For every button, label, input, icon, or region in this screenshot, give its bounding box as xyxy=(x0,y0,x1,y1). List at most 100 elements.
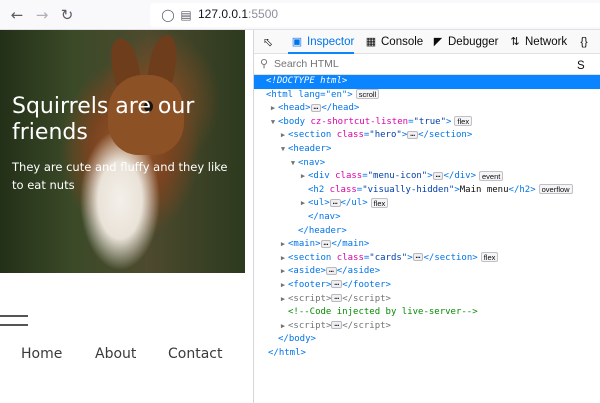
flex-badge[interactable]: flex xyxy=(454,116,473,127)
ellipsis-badge[interactable]: … xyxy=(412,252,424,262)
head-tag: head xyxy=(283,103,306,114)
expand-arrow-icon[interactable]: ▶ xyxy=(278,129,288,143)
ellipsis-badge[interactable]: … xyxy=(331,293,343,302)
tab-console-label: Console xyxy=(381,36,424,48)
tree-node-footer[interactable]: ▶ <footer>… </footer> xyxy=(254,279,600,293)
html-close-tag: html xyxy=(278,347,301,358)
section-tag: section xyxy=(293,130,332,141)
page-icon[interactable]: ▤ xyxy=(178,7,194,23)
collapse-arrow-icon[interactable]: ▼ xyxy=(278,143,288,157)
tab-console[interactable]: ▦ Console xyxy=(364,30,423,54)
tree-node-doctype[interactable]: <!DOCTYPE html> xyxy=(254,75,600,89)
arrow-right-icon[interactable]: → xyxy=(33,6,51,24)
flex-badge[interactable]: flex xyxy=(480,252,499,263)
body-attr-value: "true" xyxy=(413,116,446,127)
ellipsis-badge[interactable]: … xyxy=(325,265,337,275)
shield-icon[interactable]: ◯ xyxy=(160,7,176,23)
collapse-arrow-icon[interactable]: ▼ xyxy=(288,157,298,171)
tree-node-nav-close[interactable]: </nav> xyxy=(254,211,600,225)
tab-inspector[interactable]: ▣ Inspector xyxy=(290,30,355,54)
inspector-icon: ▣ xyxy=(291,36,303,48)
tree-node-script-2[interactable]: ▶ <script>… </script> xyxy=(254,320,600,334)
web-page: Squirrels are our friends They are cute … xyxy=(0,30,253,403)
nav-link-home[interactable]: Home xyxy=(21,346,62,362)
tree-node-comment[interactable]: <!--Code injected by live-server--> xyxy=(254,306,600,320)
element-picker-icon[interactable]: ⬁ xyxy=(260,34,276,50)
tree-node-ul[interactable]: ▶ <ul>… </ul> flex xyxy=(254,197,600,211)
tab-inspector-label: Inspector xyxy=(307,36,355,48)
scroll-badge[interactable]: scroll xyxy=(355,89,380,100)
script-tag: script xyxy=(293,320,326,331)
tab-network[interactable]: ⇅ Network xyxy=(508,30,567,54)
ellipsis-badge[interactable]: … xyxy=(310,102,322,112)
ellipsis-badge[interactable]: … xyxy=(331,279,343,289)
main-nav: Home About Contact xyxy=(0,340,253,370)
tree-node-html-close[interactable]: </html> xyxy=(254,347,600,361)
section-close-tag: section xyxy=(428,130,467,141)
overflow-badge[interactable]: overflow xyxy=(538,184,573,195)
tab-debugger[interactable]: ◤ Debugger xyxy=(431,30,499,54)
reload-icon[interactable]: ↻ xyxy=(58,6,76,24)
devtools-tabbar: ⬁ ▣ Inspector ▦ Console ◤ Debugger ⇅ Network… xyxy=(254,30,600,72)
ellipsis-badge[interactable]: … xyxy=(432,170,444,180)
expand-arrow-icon[interactable]: ▶ xyxy=(278,320,288,334)
div-tag: div xyxy=(313,171,330,182)
tree-node-aside[interactable]: ▶ <aside>… </aside> xyxy=(254,265,600,279)
expand-arrow-icon[interactable]: ▶ xyxy=(278,293,288,307)
ellipsis-badge[interactable]: … xyxy=(329,197,341,207)
script-close-tag: script xyxy=(353,320,386,331)
hero-section: Squirrels are our friends They are cute … xyxy=(0,30,245,273)
tree-node-body[interactable]: ▼ <body cz-shortcut-listen="true"> flex xyxy=(254,116,600,130)
tree-node-script[interactable]: ▶ <script>… </script> xyxy=(254,293,600,307)
arrow-left-icon[interactable]: ← xyxy=(8,6,26,24)
expand-arrow-icon[interactable]: ▶ xyxy=(278,238,288,252)
tree-node-main[interactable]: ▶ <main>… </main> xyxy=(254,238,600,252)
url-bar[interactable]: ◯ ▤ 127.0.0.1:5500 xyxy=(150,3,600,27)
section-tag: section xyxy=(293,252,332,263)
tree-node-section-hero[interactable]: ▶ <section class="hero">… </section> xyxy=(254,129,600,143)
url-text[interactable]: 127.0.0.1:5500 xyxy=(198,7,278,21)
section-close-tag: section xyxy=(434,252,473,263)
ellipsis-badge[interactable]: … xyxy=(331,320,343,330)
ellipsis-badge[interactable]: … xyxy=(407,129,419,139)
tree-node-section-cards[interactable]: ▶ <section class="cards">… </section> flex xyxy=(254,252,600,266)
tree-node-div-menu-icon[interactable]: ▶ <div class="menu-icon">… </div> event xyxy=(254,170,600,184)
hero-class-value: "hero" xyxy=(369,130,402,141)
hamburger-menu-icon[interactable] xyxy=(0,315,28,331)
tree-node-h2[interactable]: <h2 class="visually-hidden">Main menu</h… xyxy=(254,184,600,198)
collapse-arrow-icon[interactable]: ▼ xyxy=(268,116,278,130)
tab-debugger-label: Debugger xyxy=(448,36,499,48)
tree-node-body-close[interactable]: </body> xyxy=(254,333,600,347)
h2-tag: h2 xyxy=(313,184,325,195)
event-badge[interactable]: event xyxy=(479,170,504,181)
tree-node-nav[interactable]: ▼ <nav> xyxy=(254,157,600,171)
nav-link-about[interactable]: About xyxy=(95,346,136,362)
flex-badge[interactable]: flex xyxy=(370,197,389,208)
tree-node-header[interactable]: ▼ <header> xyxy=(254,143,600,157)
tree-node-header-close[interactable]: </header> xyxy=(254,225,600,239)
header-close-tag: header xyxy=(308,225,342,236)
h2-text: Main menu xyxy=(459,184,509,195)
search-html[interactable]: ⚲ Search HTML xyxy=(254,55,600,75)
visually-hidden-class-value: "visually-hidden" xyxy=(362,184,455,195)
script-tag: script xyxy=(293,293,326,304)
ellipsis-badge[interactable]: … xyxy=(320,238,332,248)
tree-node-head[interactable]: ▶ <head>… </head> xyxy=(254,102,600,116)
footer-tag: footer xyxy=(293,279,326,290)
tree-node-html[interactable]: <html lang="en"> scroll xyxy=(254,89,600,103)
body-close-tag: body xyxy=(288,334,311,345)
expand-arrow-icon[interactable]: ▶ xyxy=(298,170,308,184)
cards-class-value: "cards" xyxy=(369,252,408,263)
expand-arrow-icon[interactable]: ▶ xyxy=(268,102,278,116)
nav-link-contact[interactable]: Contact xyxy=(168,346,222,362)
doctype-text: <!DOCTYPE html> xyxy=(266,76,348,86)
expand-arrow-icon[interactable]: ▶ xyxy=(298,197,308,211)
expand-arrow-icon[interactable]: ▶ xyxy=(278,252,288,266)
expand-arrow-icon[interactable]: ▶ xyxy=(278,265,288,279)
tab-style-editor[interactable]: {}S xyxy=(577,30,600,72)
main-close-tag: main xyxy=(342,239,364,250)
menu-icon-class-value: "menu-icon" xyxy=(367,171,428,182)
expand-arrow-icon[interactable]: ▶ xyxy=(278,279,288,293)
debugger-icon: ◤ xyxy=(433,36,443,48)
main-tag: main xyxy=(293,239,316,250)
